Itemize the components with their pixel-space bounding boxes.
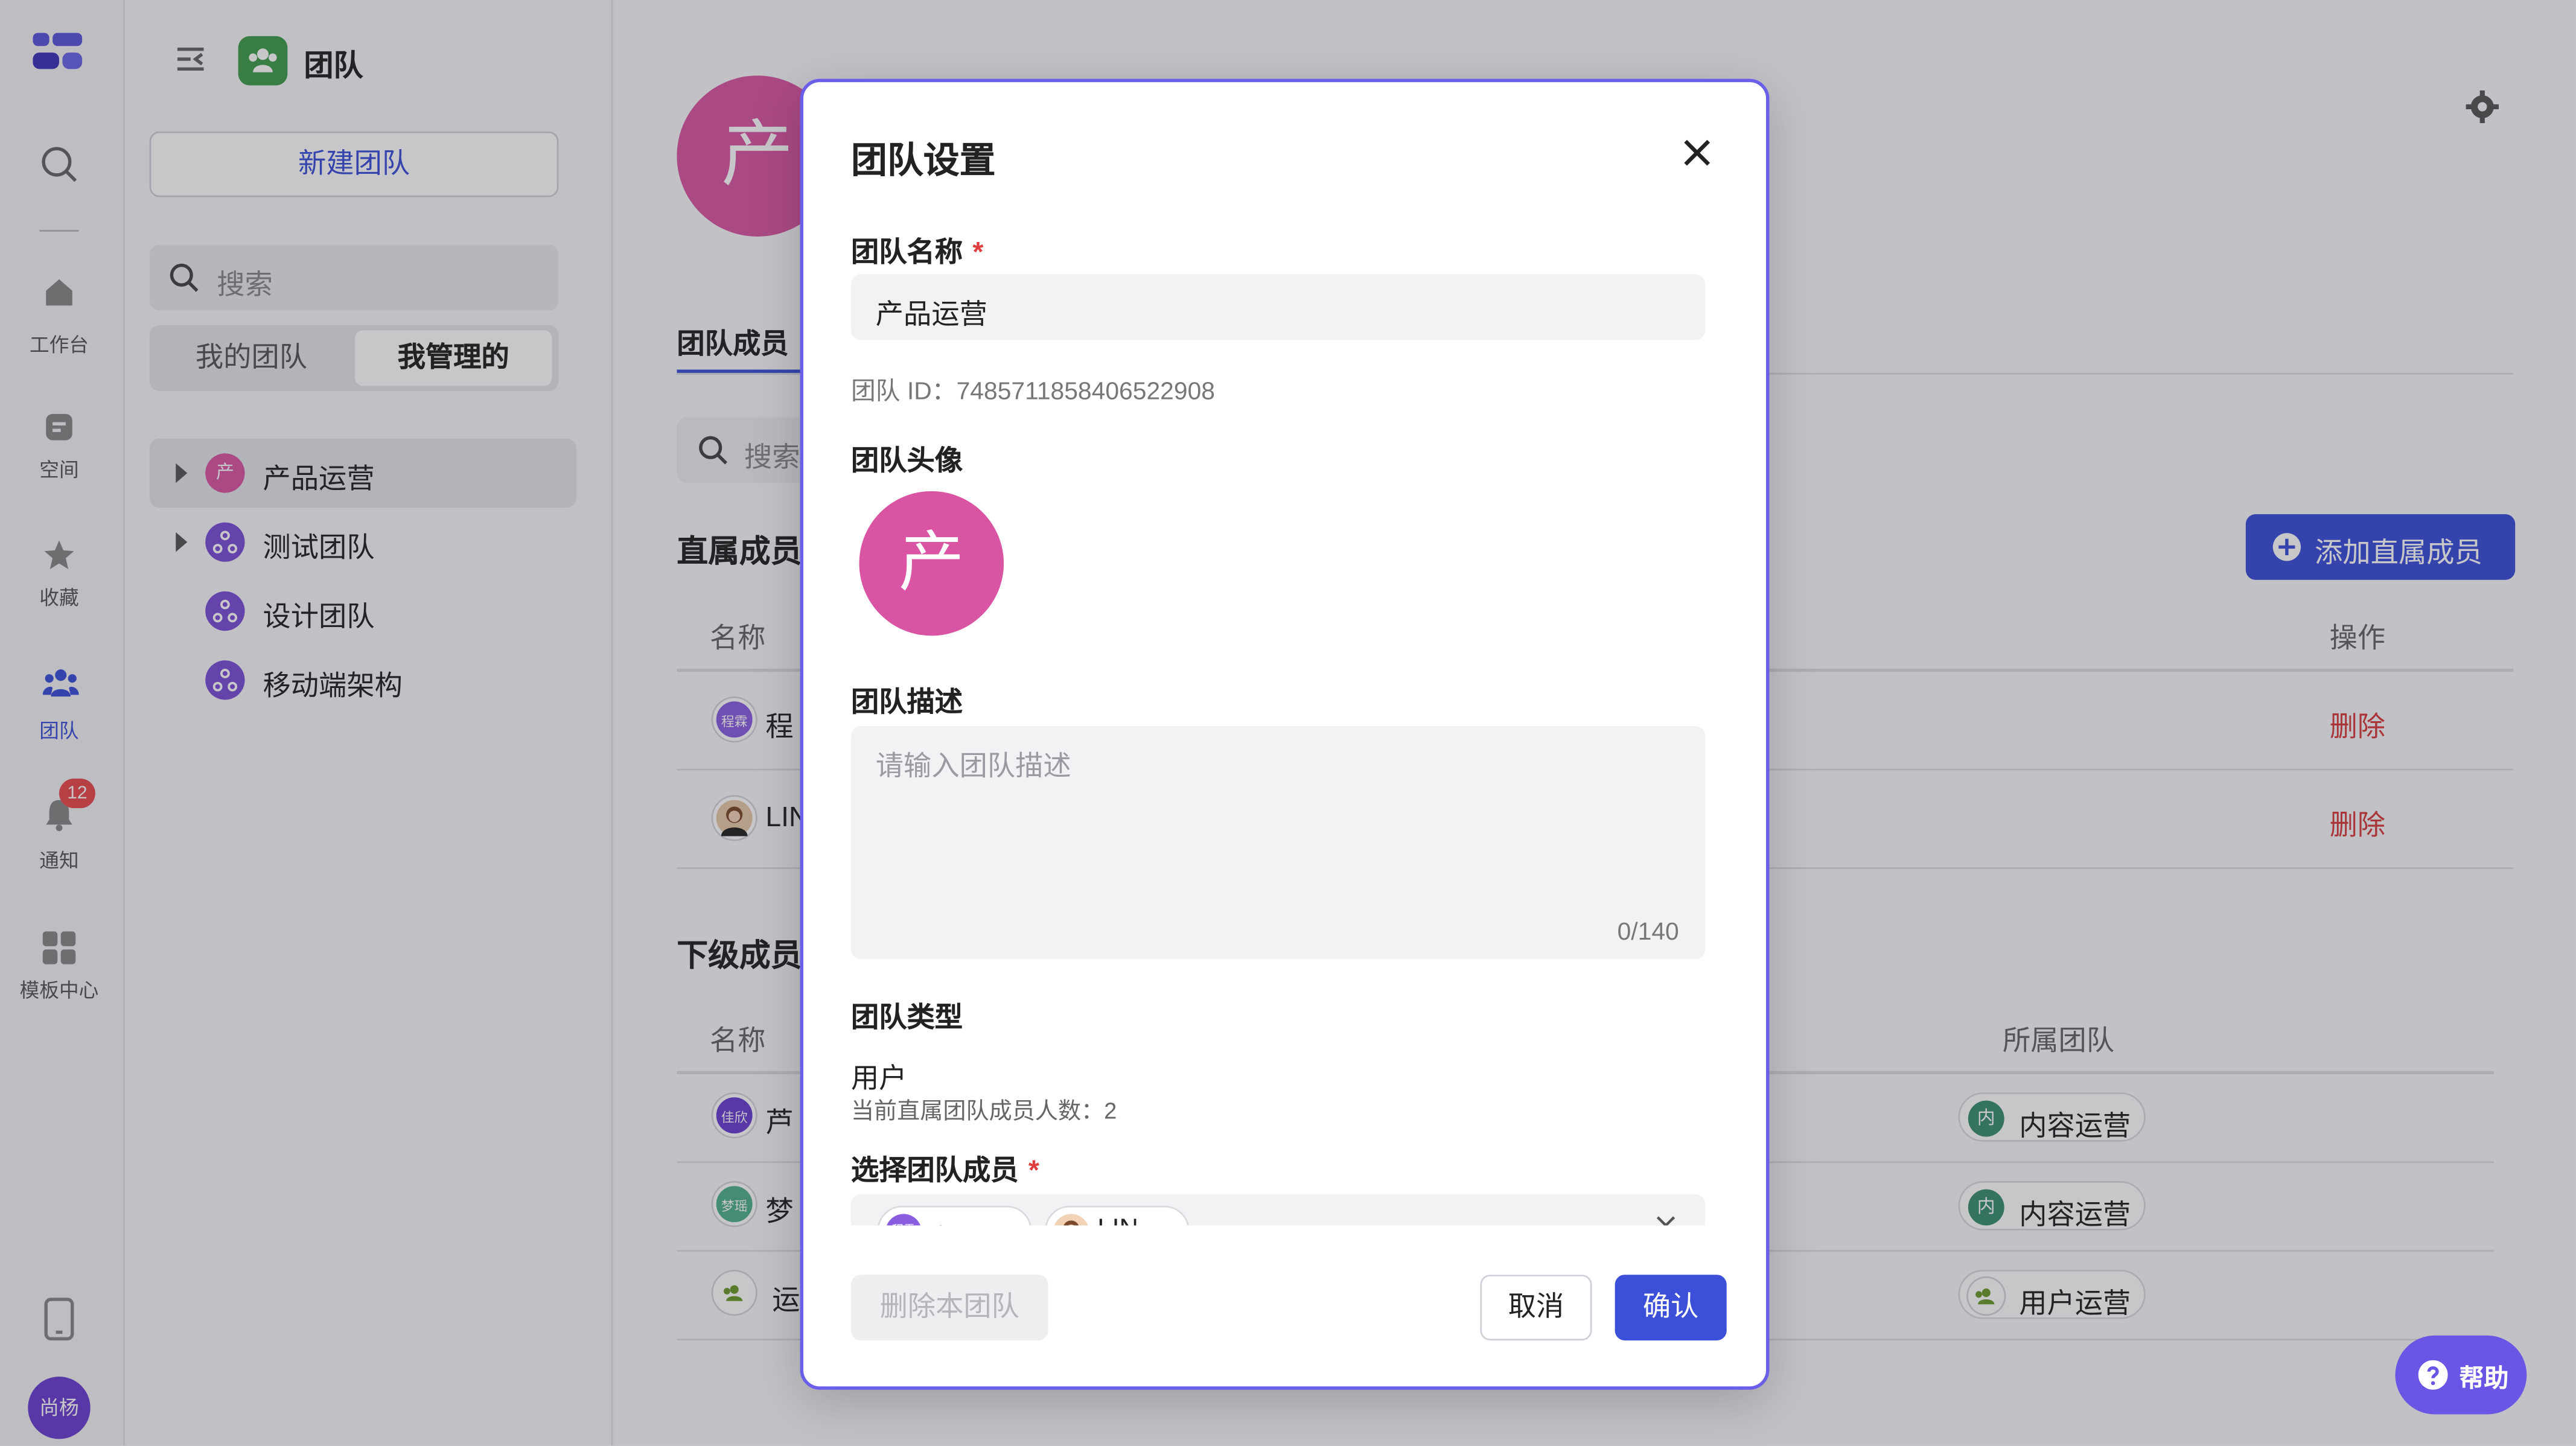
- select-members-label: 选择团队成员 *: [851, 1147, 1039, 1188]
- desc-counter: 0/140: [1617, 918, 1679, 946]
- help-button[interactable]: 帮助: [2395, 1335, 2527, 1415]
- chevron-down-icon: [1002, 1224, 1018, 1226]
- selected-member-tag[interactable]: LIN: [1045, 1205, 1190, 1226]
- member-select[interactable]: 程霖 程霖 LIN: [850, 1194, 1706, 1226]
- team-id: 团队 ID：7485711858406522908: [850, 378, 1216, 406]
- tag-photo-avatar: [1053, 1214, 1089, 1226]
- tag-avatar: 程霖: [885, 1214, 922, 1226]
- question-icon: [2418, 1360, 2448, 1390]
- dialog-title: 团队设置: [850, 139, 996, 181]
- tag-label: 程霖: [931, 1215, 984, 1225]
- select-chevron-icon[interactable]: [1656, 1215, 1676, 1226]
- required-asterisk: *: [1028, 1155, 1039, 1186]
- team-type-value: 用户: [850, 1063, 907, 1094]
- select-members-label-text: 选择团队成员: [850, 1155, 1019, 1186]
- desc-placeholder: 请输入团队描述: [875, 750, 1071, 782]
- tag-label: LIN: [1097, 1215, 1138, 1225]
- team-name-value: 产品运营: [875, 299, 987, 331]
- desc-label: 团队描述: [850, 686, 963, 718]
- chevron-down-icon: [1158, 1224, 1175, 1226]
- selected-member-tag[interactable]: 程霖 程霖: [877, 1205, 1032, 1226]
- name-label-text: 团队名称: [850, 236, 963, 268]
- team-desc-textarea[interactable]: 请输入团队描述 0/140: [850, 726, 1706, 960]
- cancel-button[interactable]: 取消: [1480, 1275, 1592, 1341]
- confirm-button[interactable]: 确认: [1615, 1275, 1727, 1341]
- team-name-input[interactable]: 产品运营: [850, 274, 1706, 340]
- name-label: 团队名称 *: [851, 228, 983, 269]
- avatar-label: 团队头像: [850, 445, 963, 477]
- app-root: 工作台 空间 收藏 团队 12 通知 模板中心 尚杨 团队 新建团队 搜索 我的…: [0, 0, 2576, 1446]
- type-label: 团队类型: [850, 1002, 963, 1034]
- team-avatar-picker[interactable]: 产: [859, 491, 1004, 636]
- required-asterisk: *: [972, 236, 984, 268]
- close-icon[interactable]: [1682, 138, 1712, 168]
- member-select-clip: 程霖 程霖 LIN: [850, 1194, 1706, 1226]
- help-label: 帮助: [2459, 1365, 2509, 1393]
- member-count: 当前直属团队成员人数：2: [850, 1097, 1117, 1124]
- delete-team-button[interactable]: 删除本团队: [850, 1275, 1048, 1341]
- team-settings-dialog: 团队设置 团队名称 * 产品运营 团队 ID：748571185840652290…: [800, 78, 1770, 1390]
